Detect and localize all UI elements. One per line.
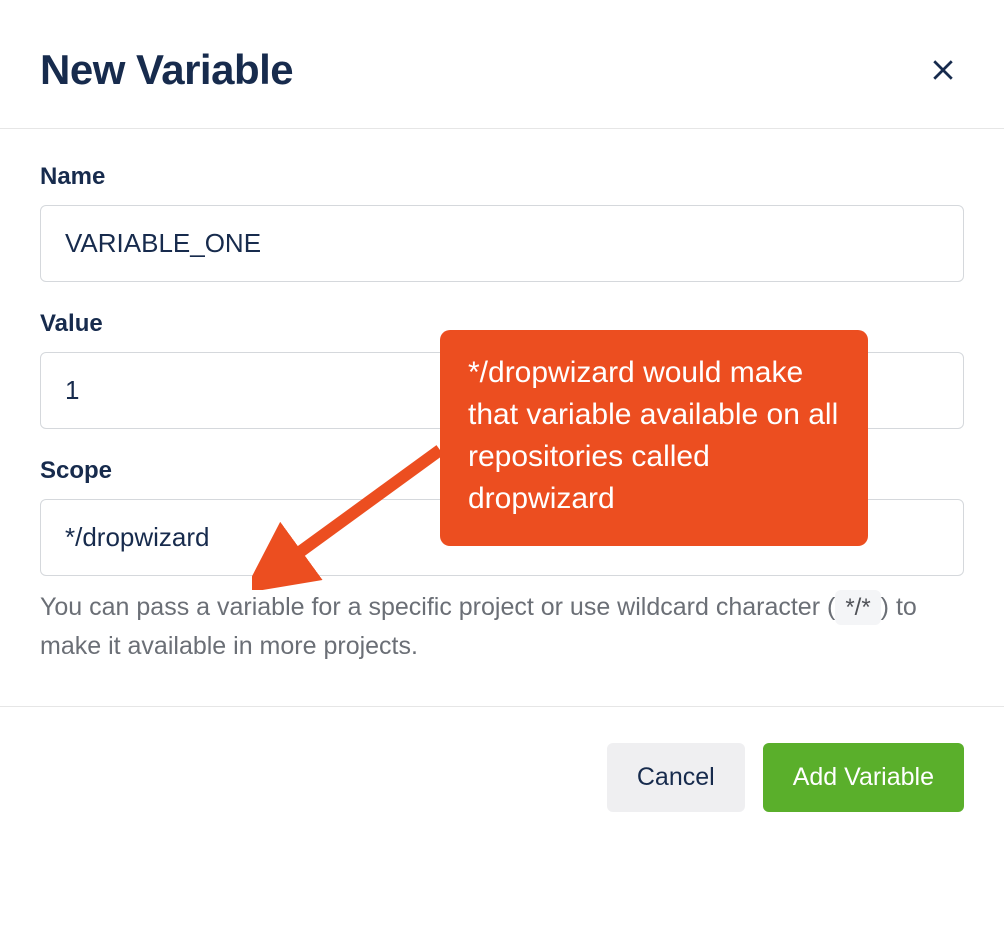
scope-help-text: You can pass a variable for a specific p… — [40, 588, 964, 666]
dialog-header: New Variable — [0, 0, 1004, 129]
field-name: Name — [40, 163, 964, 282]
dialog-footer: Cancel Add Variable — [0, 707, 1004, 852]
help-code: */* — [835, 590, 880, 625]
help-prefix: You can pass a variable for a specific p… — [40, 593, 835, 621]
add-variable-button[interactable]: Add Variable — [763, 743, 964, 812]
cancel-button[interactable]: Cancel — [607, 743, 745, 812]
close-button[interactable] — [922, 49, 964, 91]
name-input[interactable] — [40, 205, 964, 282]
name-label: Name — [40, 163, 964, 191]
close-icon — [928, 55, 958, 85]
dialog-title: New Variable — [40, 46, 293, 94]
annotation-callout: */dropwizard would make that variable av… — [440, 330, 868, 546]
